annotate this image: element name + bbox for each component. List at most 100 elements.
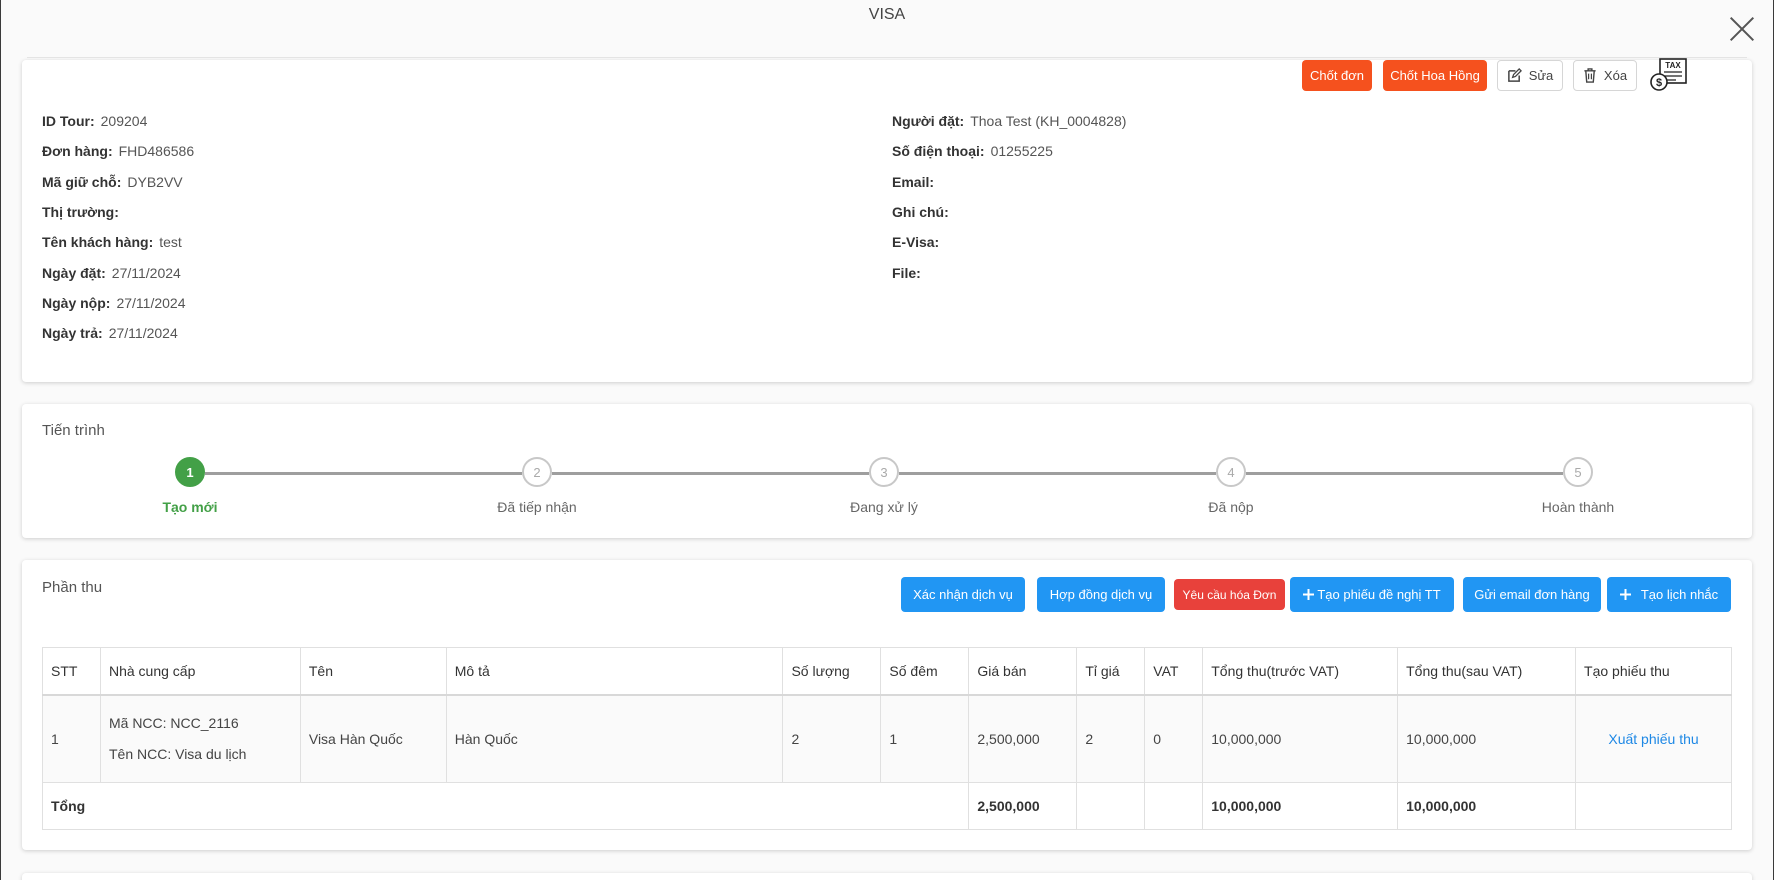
info-row: Ngày đặt: 27/11/2024 (42, 265, 181, 281)
info-colon: : (105, 294, 111, 311)
chot-hoa-hong-button[interactable]: Chốt Hoa Hồng (1383, 60, 1487, 91)
edit-button[interactable]: Sửa (1497, 60, 1563, 91)
gui-email-button[interactable]: Gửi email đơn hàng (1463, 577, 1601, 612)
tao-phieu-de-nghi-label: Tạo phiếu đề nghị TT (1317, 587, 1441, 602)
delete-label: Xóa (1603, 68, 1628, 83)
info-value: 27/11/2024 (108, 325, 178, 342)
order-info-card: Chốt đơn Chốt Hoa Hồng Sửa Xóa TAX $ ID … (22, 58, 1752, 382)
info-label: Mã giữ chỗ (42, 173, 117, 190)
phan-thu-table: STT Nhà cung cấp Tên Mô tả Số lượng Số đêm Giá… (41, 647, 1732, 830)
chot-don-button[interactable]: Chốt đơn (1302, 60, 1372, 91)
cell-tong-truoc-vat: 10,000,000 (1202, 694, 1399, 783)
divider (27, 57, 1747, 58)
column-header: Số lượng (782, 647, 882, 696)
info-value: Thoa Test (KH_0004828) (970, 113, 1127, 129)
info-value: DYB2VV (127, 173, 183, 190)
step-label: Đã tiếp nhận (497, 499, 577, 515)
info-value: 27/11/2024 (116, 294, 186, 311)
step-label: Hoàn thành (1541, 499, 1615, 515)
info-label: Ngày trả (42, 325, 99, 342)
info-colon: : (929, 173, 935, 190)
info-label: ID Tour (42, 113, 90, 129)
xac-nhan-dich-vu-button[interactable]: Xác nhận dịch vụ (901, 577, 1025, 612)
tao-lich-nhac-label: Tạo lịch nhắc (1640, 587, 1719, 602)
info-label: Ngày đặt (42, 264, 102, 281)
info-label: Tên khách hàng (42, 234, 149, 251)
step-circle: 5 (1563, 457, 1593, 487)
step-circle: 3 (869, 457, 899, 487)
info-colon: : (944, 203, 949, 220)
info-row: ID Tour: 209204 (42, 113, 147, 129)
ten-ncc: Tên NCC: Visa du lịch (108, 745, 247, 762)
info-row: Người đặt: Thoa Test (KH_0004828) (892, 113, 1126, 129)
info-value: FHD486586 (118, 143, 195, 160)
cell-ten: Visa Hàn Quốc (299, 694, 447, 783)
tax-invoice-icon[interactable]: TAX $ (1650, 58, 1690, 92)
total-tong-truoc-vat: 10,000,000 (1202, 782, 1399, 830)
total-label: Tổng (41, 782, 970, 830)
cell-vat: 0 (1144, 694, 1204, 783)
column-header: STT (42, 647, 101, 696)
phan-thu-title: Phần thu (42, 579, 103, 596)
step-connector (205, 472, 522, 475)
ma-ncc: Mã NCC: NCC_2116 (108, 714, 239, 731)
info-label: Đơn hàng (42, 143, 108, 160)
info-label: Ghi chú (892, 203, 945, 220)
cell-tong-sau-vat: 10,000,000 (1397, 694, 1577, 783)
step-connector (552, 472, 869, 475)
info-colon: : (89, 113, 95, 129)
column-header: Tổng thu(sau VAT) (1397, 647, 1577, 696)
cell-so-dem: 1 (880, 694, 970, 783)
close-icon[interactable] (1729, 16, 1755, 42)
trash-icon (1583, 68, 1597, 83)
xuat-phieu-thu-link[interactable]: Xuất phiếu thu (1575, 694, 1732, 783)
info-row: Ngày nộp: 27/11/2024 (42, 295, 185, 311)
info-colon: : (959, 113, 965, 129)
total-empty-vat (1144, 782, 1204, 830)
cell-mo-ta: Hàn Quốc (445, 694, 784, 783)
progress-card: Tiến trình 1 Tạo mới 2 Đã tiếp nhận 3 Đang xử… (22, 404, 1752, 538)
info-row: Ghi chú: (892, 204, 955, 220)
progress-title: Tiến trình (42, 422, 105, 439)
column-header: Mô tả (445, 647, 784, 696)
cell-gia-ban: 2,500,000 (968, 694, 1078, 783)
phan-thu-card: Phần thu Xác nhận dịch vụ Hợp đồng dịch … (22, 560, 1752, 850)
info-label: File (892, 264, 917, 281)
info-label: Ngày nộp (42, 294, 106, 311)
tax-label: TAX (1665, 61, 1681, 70)
hop-dong-dich-vu-button[interactable]: Hợp đồng dịch vụ (1037, 577, 1165, 612)
step-label: Tạo mới (162, 499, 218, 515)
svg-text:$: $ (1656, 77, 1662, 89)
info-row: Số điện thoại: 01255225 (892, 143, 1053, 159)
cell-stt: 1 (42, 694, 101, 783)
info-label: Email (892, 173, 930, 190)
total-empty-ti-gia (1076, 782, 1146, 830)
info-value: 01255225 (990, 143, 1053, 160)
info-colon: : (148, 234, 154, 251)
modal-title: VISA (868, 6, 906, 23)
column-header: Tổng thu(trước VAT) (1202, 647, 1399, 696)
yeu-cau-hoa-don-button[interactable]: Yêu cầu hóa Đơn (1174, 579, 1285, 610)
info-row: Đơn hàng: FHD486586 (42, 143, 194, 159)
step-label: Đã nộp (1208, 499, 1254, 515)
total-tong-sau-vat: 10,000,000 (1397, 782, 1577, 830)
column-header: Tên (299, 647, 447, 696)
tao-phieu-de-nghi-button[interactable]: Tạo phiếu đề nghị TT (1290, 577, 1454, 612)
total-gia-ban: 2,500,000 (968, 782, 1078, 830)
cell-ti-gia: 2 (1076, 694, 1146, 783)
info-colon: : (916, 264, 921, 281)
info-row: Ngày trả: 27/11/2024 (42, 325, 178, 341)
info-value: 209204 (100, 113, 148, 129)
tao-lich-nhac-button[interactable]: Tạo lịch nhắc (1607, 577, 1731, 612)
info-colon: : (116, 173, 122, 190)
info-row: Mã giữ chỗ: DYB2VV (42, 174, 183, 190)
column-header: Nhà cung cấp (99, 647, 301, 696)
edit-label: Sửa (1528, 68, 1554, 83)
info-colon: : (98, 325, 103, 342)
total-empty-action (1575, 782, 1732, 830)
column-header: Tạo phiếu thu (1575, 647, 1732, 696)
table-total-row: Tổng 2,500,000 10,000,000 10,000,000 (41, 782, 1732, 830)
delete-button[interactable]: Xóa (1573, 60, 1637, 91)
edit-icon (1507, 68, 1522, 83)
info-label: Thị trường (42, 203, 115, 220)
